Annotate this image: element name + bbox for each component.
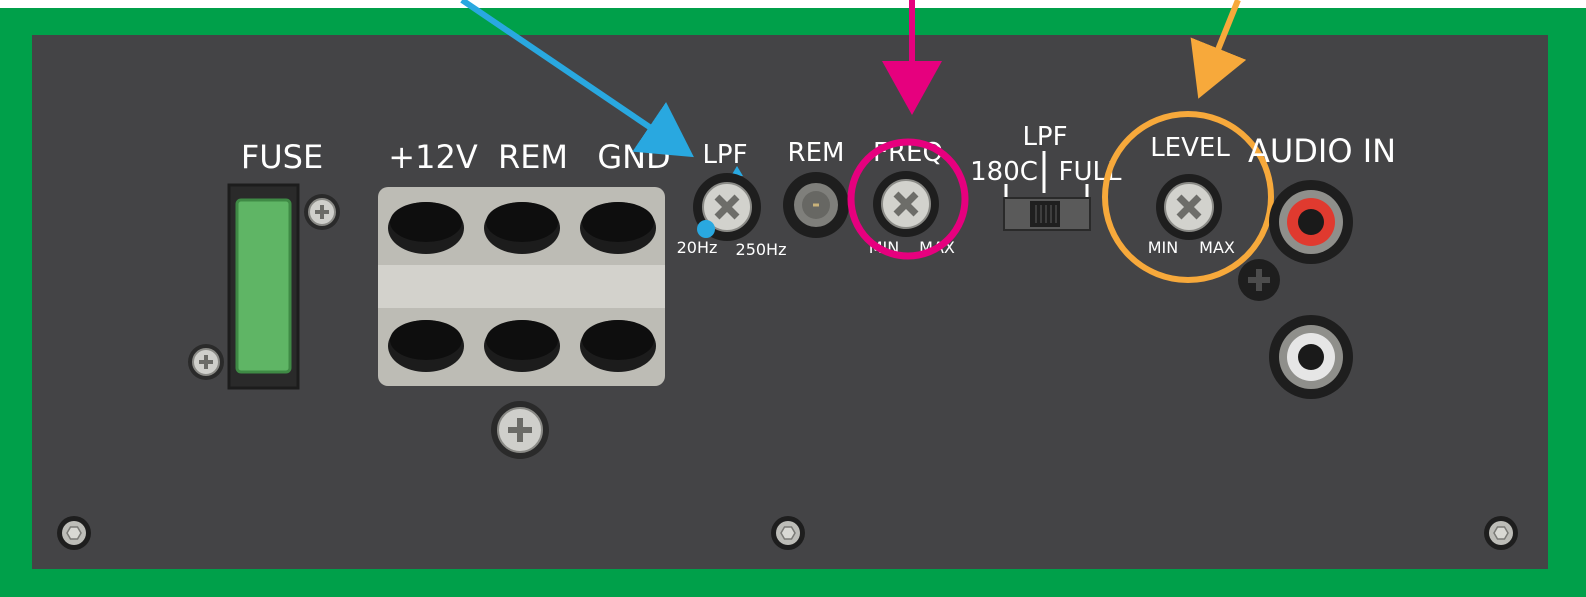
terminal-12v-top[interactable]	[388, 202, 464, 254]
terminal-12v-bottom[interactable]	[388, 320, 464, 372]
lpf-max-label: 250Hz	[736, 240, 787, 259]
level-knob[interactable]	[1156, 174, 1222, 240]
rem-led-label: REM	[788, 138, 845, 168]
terminal-rem-top[interactable]	[484, 202, 560, 254]
led-indicator-icon	[783, 172, 849, 238]
lpf-slide-switch[interactable]	[1003, 197, 1091, 231]
lpf-position-dot	[697, 220, 715, 238]
fuse[interactable]	[235, 198, 292, 374]
level-label: LEVEL	[1150, 133, 1230, 163]
switch-left-label: 180C	[970, 157, 1038, 187]
rca-input-right[interactable]	[1269, 180, 1353, 264]
hex-screw-icon	[1484, 516, 1518, 550]
amplifier-panel-diagram: FUSE +12V REM GND LPF 20Hz 250Hz REM FRE…	[0, 0, 1586, 597]
level-max-label: MAX	[1199, 238, 1235, 257]
terminal-12v-label: +12V	[388, 138, 478, 176]
phillips-screw-icon	[304, 194, 340, 230]
freq-knob[interactable]	[873, 171, 939, 237]
lpf-min-label: 20Hz	[677, 238, 718, 257]
terminal-block	[378, 187, 665, 386]
hex-screw-icon	[57, 516, 91, 550]
phillips-screw-icon	[188, 344, 224, 380]
lpf-switch-label: LPF	[1022, 122, 1067, 152]
plus-icon	[1238, 259, 1280, 301]
terminal-rem-bottom[interactable]	[484, 320, 560, 372]
terminal-gnd-label: GND	[597, 138, 670, 176]
hex-screw-icon	[771, 516, 805, 550]
level-min-label: MIN	[1148, 238, 1179, 257]
rca-input-left[interactable]	[1269, 315, 1353, 399]
terminal-gnd-top[interactable]	[580, 202, 656, 254]
fuse-label: FUSE	[241, 138, 323, 176]
fuse-holder	[227, 183, 300, 390]
terminal-gnd-bottom[interactable]	[580, 320, 656, 372]
terminal-rem-label: REM	[498, 138, 568, 176]
audio-in-label: AUDIO IN	[1248, 132, 1396, 170]
lpf-knob-label: LPF	[702, 140, 747, 170]
phillips-screw-icon	[491, 401, 549, 459]
